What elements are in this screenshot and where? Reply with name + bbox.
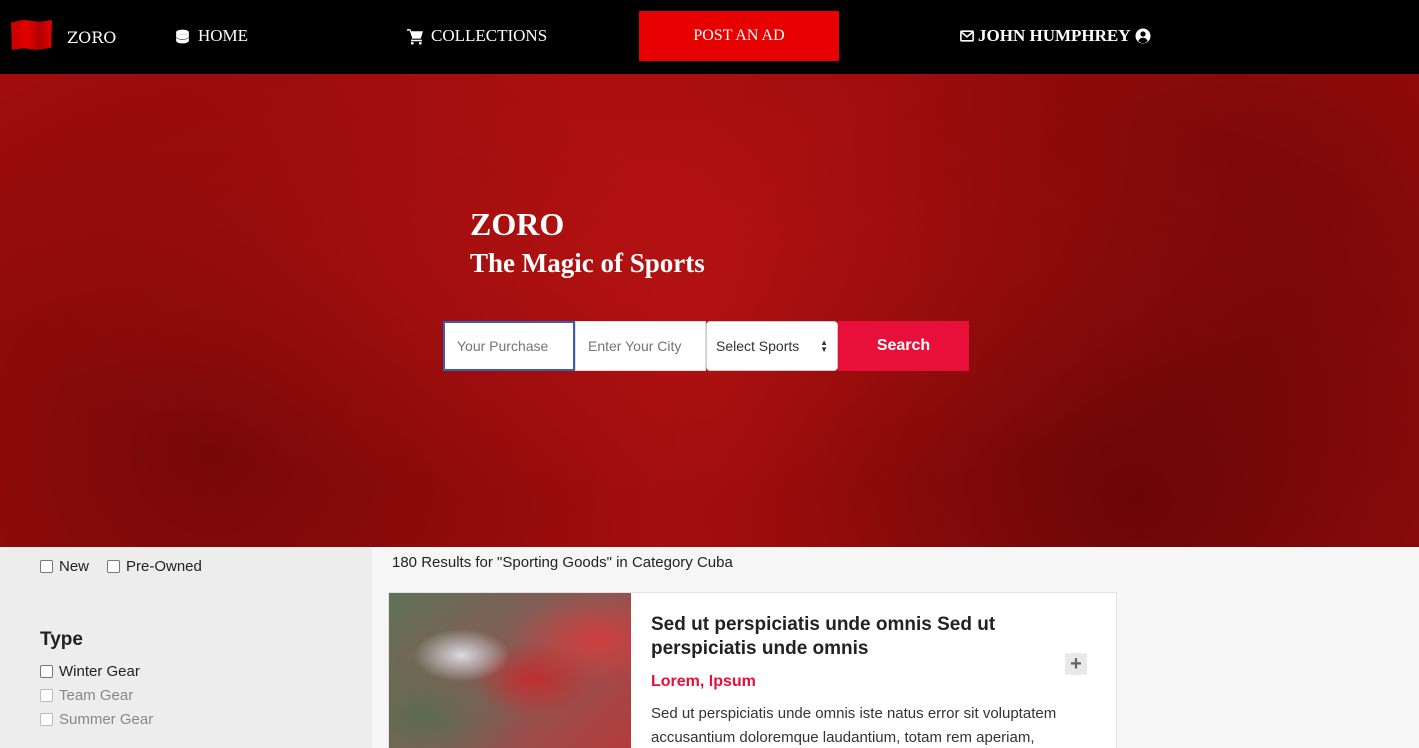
user-menu[interactable]: JOHN HUMPHREY (960, 26, 1151, 46)
filter-new[interactable]: New (40, 558, 89, 575)
purchase-search-input[interactable] (443, 321, 575, 371)
select-arrows-icon: ▲ ▼ (820, 338, 828, 354)
database-icon (176, 29, 189, 43)
filter-team-gear[interactable]: Team Gear (40, 687, 133, 704)
filter-winter-gear[interactable]: Winter Gear (40, 663, 140, 680)
hero-title: ZORO (470, 206, 565, 242)
post-ad-button[interactable]: POST AN AD (639, 11, 839, 61)
city-input[interactable] (575, 321, 706, 371)
filter-summer-gear-label: Summer Gear (59, 711, 154, 728)
nav-home-link[interactable]: HOME (174, 26, 248, 46)
nav-collections-link[interactable]: COLLECTIONS (407, 26, 547, 46)
checkbox[interactable] (107, 560, 120, 573)
brand-logo[interactable] (11, 20, 52, 50)
checkbox[interactable] (40, 560, 53, 573)
expand-plus-icon[interactable]: + (1065, 653, 1087, 675)
hero-banner (0, 74, 1419, 547)
filter-summer-gear[interactable]: Summer Gear (40, 711, 153, 728)
filter-pre-owned[interactable]: Pre-Owned (107, 558, 202, 575)
top-navbar: ZORO HOME COLLECTIONS POST AN AD JOHN HU… (0, 0, 1419, 74)
nav-home-label: HOME (198, 26, 249, 45)
filter-pre-owned-label: Pre-Owned (126, 558, 202, 575)
checkbox[interactable] (40, 689, 53, 702)
result-description: Sed ut perspiciatis unde omnis iste natu… (651, 705, 1057, 746)
envelope-icon (960, 30, 974, 42)
checkbox[interactable] (40, 713, 53, 726)
nav-collections-label: COLLECTIONS (431, 26, 548, 45)
filter-winter-gear-label: Winter Gear (59, 663, 140, 680)
type-heading: Type (40, 629, 83, 650)
brand-name[interactable]: ZORO (67, 28, 116, 47)
filter-team-gear-label: Team Gear (59, 687, 134, 704)
cart-icon (407, 28, 423, 45)
sports-select[interactable]: Select Sports ▲ ▼ (706, 321, 838, 371)
result-title[interactable]: Sed ut perspiciatis unde omnis Sed ut pe… (651, 613, 1096, 661)
filter-new-label: New (59, 558, 90, 575)
sports-select-value: Select Sports (716, 338, 800, 354)
user-circle-icon (1135, 28, 1151, 44)
hero-subtitle: The Magic of Sports (470, 248, 705, 278)
checkbox[interactable] (40, 665, 53, 678)
results-summary: 180 Results for "Sporting Goods" in Cate… (392, 554, 733, 571)
user-name: JOHN HUMPHREY (978, 26, 1131, 45)
result-image[interactable] (389, 593, 631, 748)
result-card[interactable]: Sed ut perspiciatis unde omnis Sed ut pe… (388, 592, 1117, 748)
result-subtitle: Lorem, Ipsum (651, 673, 756, 690)
search-button[interactable]: Search (838, 321, 969, 371)
